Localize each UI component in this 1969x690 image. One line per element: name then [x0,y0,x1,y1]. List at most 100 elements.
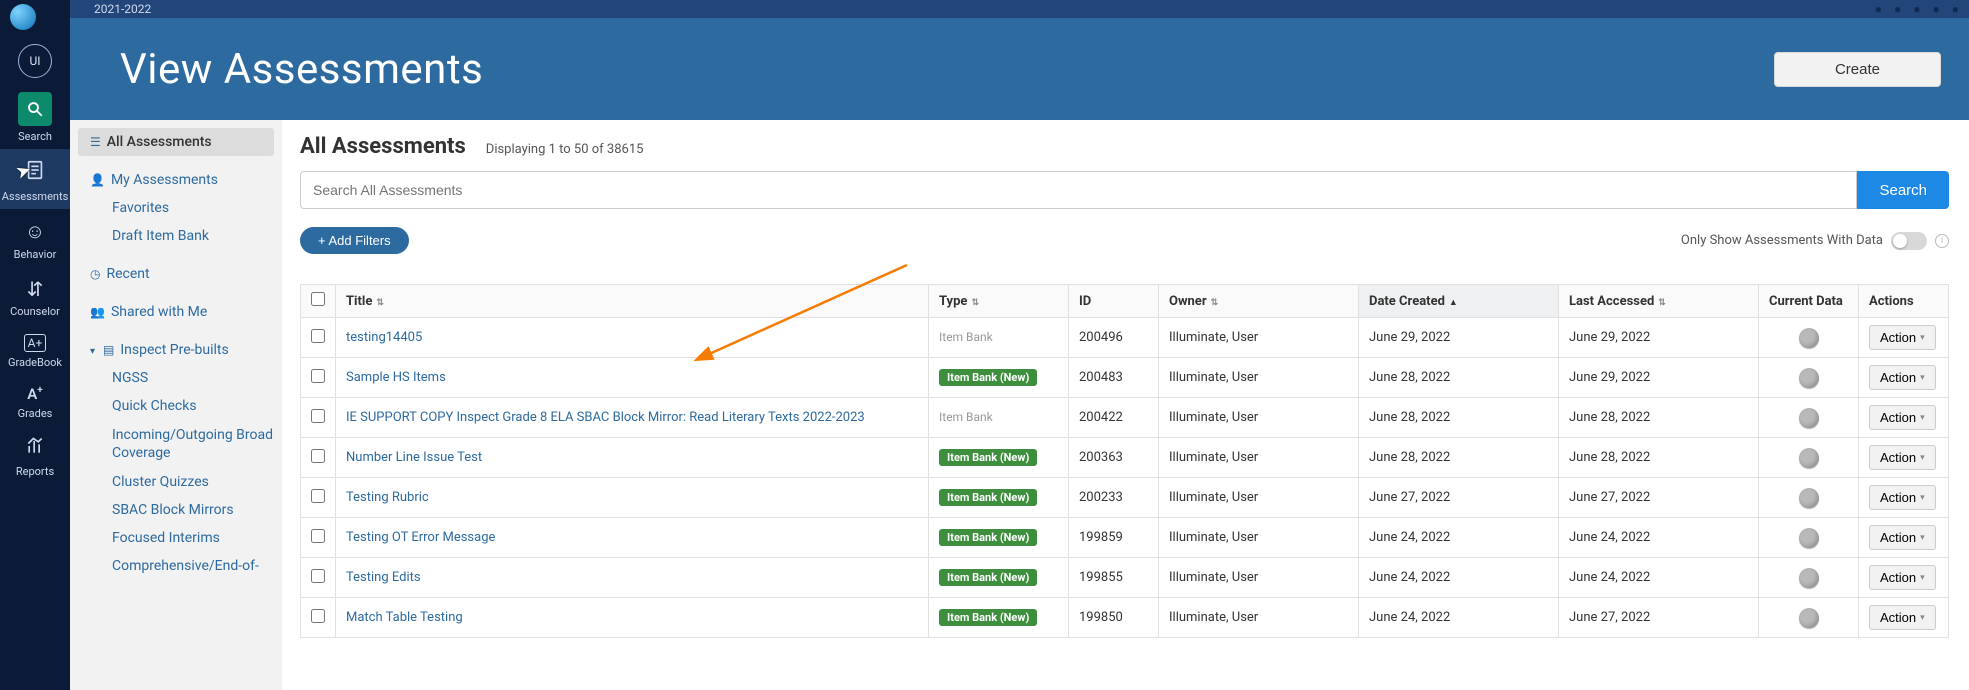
nav-icon[interactable]: ● [1894,2,1901,16]
row-checkbox[interactable] [311,609,325,623]
assessment-link[interactable]: IE SUPPORT COPY Inspect Grade 8 ELA SBAC… [346,410,865,425]
nav-reports[interactable]: Reports [0,426,70,484]
cell-owner: Illuminate, User [1159,558,1359,598]
only-data-label: Only Show Assessments With Data [1681,233,1883,248]
current-data-indicator[interactable] [1799,608,1819,628]
action-button[interactable]: Action▾ [1869,445,1936,470]
cell-created: June 24, 2022 [1359,518,1559,558]
sidebar-my-assessments[interactable]: 👤 My Assessments [78,166,274,194]
search-button[interactable]: Search [1857,171,1949,209]
current-data-indicator[interactable] [1799,568,1819,588]
col-id[interactable]: ID [1069,285,1159,318]
assessment-link[interactable]: Number Line Issue Test [346,450,482,465]
table-row: Match Table TestingItem Bank (New)199850… [301,598,1949,638]
assessment-link[interactable]: Testing Rubric [346,490,429,505]
row-checkbox[interactable] [311,569,325,583]
col-type[interactable]: Type⇅ [929,285,1069,318]
nav-label: Search [16,130,54,143]
add-filters-button[interactable]: + Add Filters [300,227,409,254]
nav-behavior[interactable]: ☺ Behavior [0,209,70,267]
row-checkbox[interactable] [311,329,325,343]
caret-down-icon: ▾ [1920,532,1925,543]
current-data-indicator[interactable] [1799,448,1819,468]
cell-accessed: June 28, 2022 [1559,438,1759,478]
nav-label: GradeBook [6,356,64,369]
action-button[interactable]: Action▾ [1869,325,1936,350]
col-last-accessed[interactable]: Last Accessed⇅ [1559,285,1759,318]
sidebar-label: My Assessments [111,172,218,188]
col-title[interactable]: Title⇅ [336,285,929,318]
current-data-indicator[interactable] [1799,368,1819,388]
assessment-link[interactable]: Testing Edits [346,570,421,585]
sidebar-inspect-child[interactable]: Incoming/Outgoing Broad Coverage [78,420,274,468]
cell-created: June 27, 2022 [1359,478,1559,518]
action-button[interactable]: Action▾ [1869,565,1936,590]
type-badge: Item Bank (New) [939,369,1037,386]
main-content: All Assessments Displaying 1 to 50 of 38… [282,120,1969,690]
action-button[interactable]: Action▾ [1869,525,1936,550]
globe-icon[interactable]: ● [1875,2,1882,16]
school-year: 2021-2022 [94,2,151,16]
sidebar-shared[interactable]: 👥 Shared with Me [78,298,274,326]
sidebar-label: All Assessments [107,134,212,150]
assessment-link[interactable]: Sample HS Items [346,370,446,385]
current-data-indicator[interactable] [1799,328,1819,348]
nav-search[interactable]: Search [0,92,70,149]
help-icon[interactable]: ● [1933,2,1940,16]
user-icon: 👤 [90,173,105,187]
chart-icon [25,436,45,461]
cell-id: 200233 [1069,478,1159,518]
sidebar-draft-item-bank[interactable]: Draft Item Bank [78,222,274,250]
sidebar-favorites[interactable]: Favorites [78,194,274,222]
col-date-created[interactable]: Date Created▲ [1359,285,1559,318]
sidebar-recent[interactable]: ◷ Recent [78,260,274,288]
current-data-indicator[interactable] [1799,528,1819,548]
sidebar-inspect-child[interactable]: NGSS [78,364,274,392]
nav-grades[interactable]: A+ Grades [0,375,70,426]
col-current-data[interactable]: Current Data [1759,285,1859,318]
action-button[interactable]: Action▾ [1869,365,1936,390]
action-button[interactable]: Action▾ [1869,605,1936,630]
user-menu-icon[interactable]: ● [1952,2,1959,16]
nav-assessments[interactable]: Assessments ➤ [0,149,70,209]
current-data-indicator[interactable] [1799,488,1819,508]
info-icon[interactable]: i [1935,234,1949,248]
only-data-toggle[interactable] [1891,232,1927,250]
sidebar-inspect-prebuilts[interactable]: ▤ Inspect Pre-builts [78,336,274,364]
cell-id: 199859 [1069,518,1159,558]
sidebar-inspect-child[interactable]: Quick Checks [78,392,274,420]
nav-gradebook[interactable]: A+ GradeBook [0,324,70,375]
logo-icon[interactable] [10,4,36,30]
row-checkbox[interactable] [311,529,325,543]
row-checkbox[interactable] [311,369,325,383]
cell-accessed: June 29, 2022 [1559,358,1759,398]
caret-down-icon: ▾ [1920,572,1925,583]
assessment-link[interactable]: Testing OT Error Message [346,530,495,545]
col-owner[interactable]: Owner⇅ [1159,285,1359,318]
row-checkbox[interactable] [311,449,325,463]
action-button[interactable]: Action▾ [1869,405,1936,430]
cell-accessed: June 28, 2022 [1559,398,1759,438]
sidebar-inspect-child[interactable]: SBAC Block Mirrors [78,496,274,524]
action-button[interactable]: Action▾ [1869,485,1936,510]
row-checkbox[interactable] [311,489,325,503]
type-badge: Item Bank (New) [939,449,1037,466]
sidebar-all-assessments[interactable]: ☰ All Assessments [78,128,274,156]
sidebar-inspect-child[interactable]: Cluster Quizzes [78,468,274,496]
sidebar-inspect-child[interactable]: Focused Interims [78,524,274,552]
current-data-indicator[interactable] [1799,408,1819,428]
sidebar-inspect-child[interactable]: Comprehensive/End-of- [78,552,274,580]
cell-created: June 29, 2022 [1359,318,1559,358]
avatar[interactable]: UI [18,44,52,78]
caret-down-icon: ▾ [1920,372,1925,383]
select-all-checkbox[interactable] [311,292,325,306]
bell-icon[interactable]: ● [1913,2,1920,16]
search-input[interactable] [300,171,1857,209]
row-checkbox[interactable] [311,409,325,423]
nav-label: Behavior [12,248,59,261]
create-button[interactable]: Create [1774,52,1941,87]
assessment-link[interactable]: testing14405 [346,330,422,345]
assessment-link[interactable]: Match Table Testing [346,610,463,625]
cell-id: 199850 [1069,598,1159,638]
nav-counselor[interactable]: ⇵ Counselor [0,267,70,324]
